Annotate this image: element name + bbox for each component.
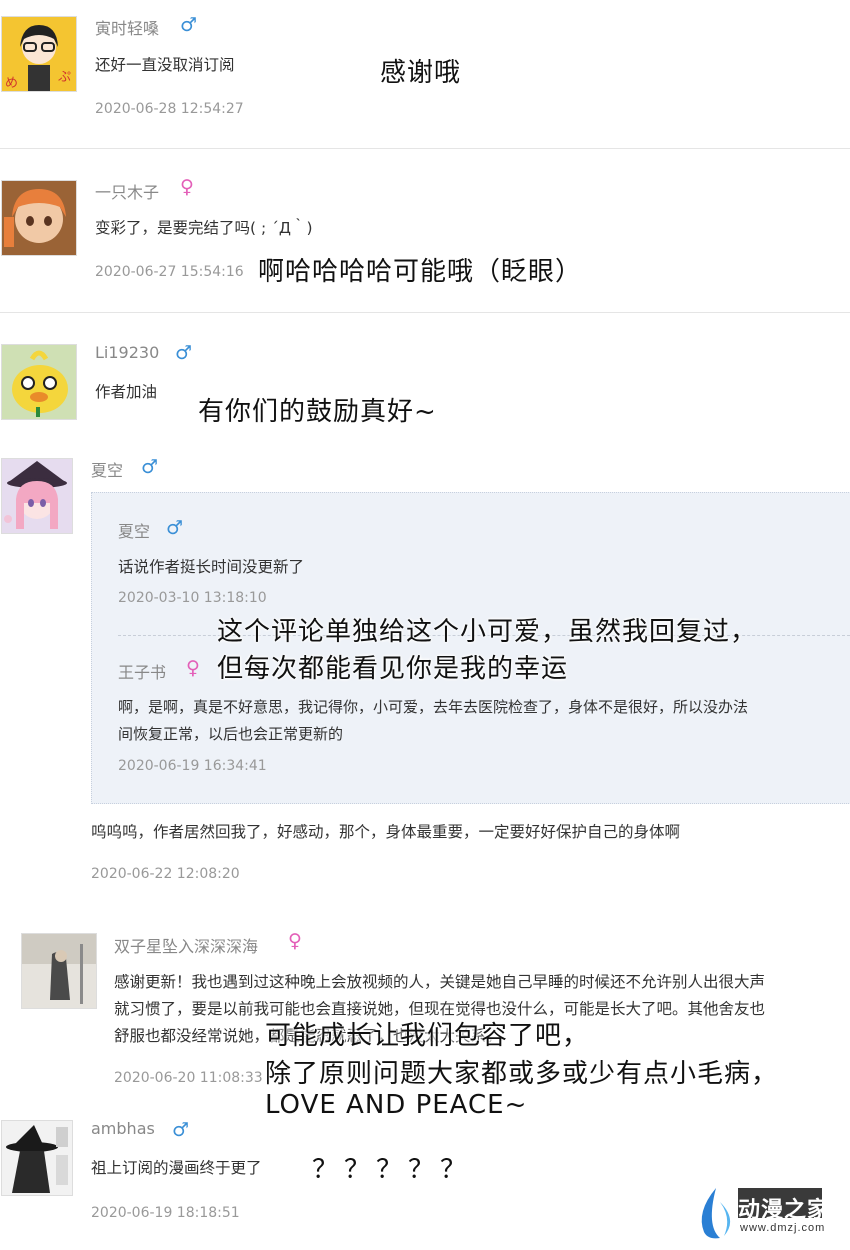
annotation: 可能成长让我们包容了吧， bbox=[265, 1021, 590, 1051]
comment-text: 变彩了，是要完结了吗( ; ´Д｀) bbox=[95, 219, 313, 237]
annotation: 有你们的鼓励真好~ bbox=[198, 397, 437, 427]
quote-username[interactable]: 夏空 bbox=[118, 518, 150, 542]
male-icon: ♂ bbox=[172, 1119, 190, 1141]
logo: 动漫之家 www.dmzj.com bbox=[694, 1186, 831, 1242]
male-icon: ♂ bbox=[175, 342, 193, 364]
comment-time: 2020-06-22 12:08:20 bbox=[91, 866, 240, 882]
annotation: 感谢哦 bbox=[380, 58, 462, 88]
quote-text: 话说作者挺长时间没更新了 bbox=[118, 558, 305, 576]
female-icon: ♀ bbox=[186, 657, 200, 679]
quote-text: 啊，是啊，真是不好意思，我记得你，小可爱，去年去医院检查了，身体不是很好，所以没… bbox=[118, 698, 749, 716]
avatar[interactable] bbox=[1, 344, 77, 420]
divider bbox=[0, 148, 850, 149]
username[interactable]: Li19230 bbox=[95, 343, 159, 362]
comment-time: 2020-06-28 12:54:27 bbox=[95, 101, 244, 117]
divider bbox=[0, 312, 850, 313]
avatar[interactable] bbox=[21, 933, 97, 1009]
female-icon: ♀ bbox=[180, 176, 194, 198]
annotation: 除了原则问题大家都或多或少有点小毛病， bbox=[265, 1059, 779, 1089]
avatar-image bbox=[2, 181, 76, 255]
comment-text: 呜呜呜，作者居然回我了，好感动，那个，身体最重要，一定要好好保护自己的身体啊 bbox=[91, 823, 681, 841]
avatar-image bbox=[22, 934, 96, 1008]
avatar[interactable] bbox=[1, 458, 73, 534]
username[interactable]: 夏空 bbox=[91, 457, 123, 481]
avatar-image bbox=[2, 345, 76, 419]
avatar[interactable] bbox=[1, 180, 77, 256]
comment-text: 还好一直没取消订阅 bbox=[95, 56, 235, 74]
avatar-image bbox=[2, 1121, 72, 1195]
annotation: 这个评论单独给这个小可爱，虽然我回复过， bbox=[217, 617, 758, 647]
quote-time: 2020-03-10 13:18:10 bbox=[118, 590, 267, 606]
comment-time: 2020-06-27 15:54:16 bbox=[95, 264, 244, 280]
comment-text: 感谢更新！我也遇到过这种晚上会放视频的人，关键是她自己早睡的时候还不允许别人出很… bbox=[114, 973, 766, 991]
male-icon: ♂ bbox=[141, 456, 159, 478]
avatar-image: め ぷ bbox=[5, 25, 71, 91]
svg-text:め: め bbox=[5, 76, 18, 91]
svg-text:ぷ: ぷ bbox=[58, 70, 71, 85]
annotation: 但每次都能看见你是我的幸运 bbox=[217, 654, 569, 684]
username[interactable]: 双子星坠入深深深海 bbox=[114, 933, 258, 957]
username[interactable]: 寅时轻嗓 bbox=[95, 15, 159, 39]
avatar[interactable] bbox=[1, 1120, 73, 1196]
male-icon: ♂ bbox=[166, 517, 184, 539]
quote-username[interactable]: 王子书 bbox=[118, 659, 166, 683]
logo-url: www.dmzj.com bbox=[740, 1222, 826, 1234]
female-icon: ♀ bbox=[288, 930, 302, 952]
logo-icon bbox=[701, 1188, 731, 1239]
comment-time: 2020-06-19 18:18:51 bbox=[91, 1205, 240, 1221]
logo-text: 动漫之家 bbox=[738, 1198, 831, 1223]
avatar-image bbox=[2, 459, 72, 533]
username[interactable]: ambhas bbox=[91, 1119, 155, 1138]
male-icon: ♂ bbox=[180, 14, 198, 36]
comment-time: 2020-06-20 11:08:33 bbox=[114, 1070, 263, 1086]
annotation: ？？？？？ bbox=[312, 1155, 473, 1185]
quote-text: 间恢复正常，以后也会正常更新的 bbox=[118, 725, 344, 743]
annotation: 啊哈哈哈哈可能哦（眨眼） bbox=[258, 257, 583, 287]
annotation: LOVE AND PEACE~ bbox=[265, 1090, 528, 1120]
comment-text: 作者加油 bbox=[95, 383, 158, 401]
quote-time: 2020-06-19 16:34:41 bbox=[118, 758, 267, 774]
comment-text: 祖上订阅的漫画终于更了 bbox=[91, 1159, 262, 1177]
avatar[interactable]: め ぷ bbox=[1, 16, 77, 92]
username[interactable]: 一只木子 bbox=[95, 179, 159, 203]
